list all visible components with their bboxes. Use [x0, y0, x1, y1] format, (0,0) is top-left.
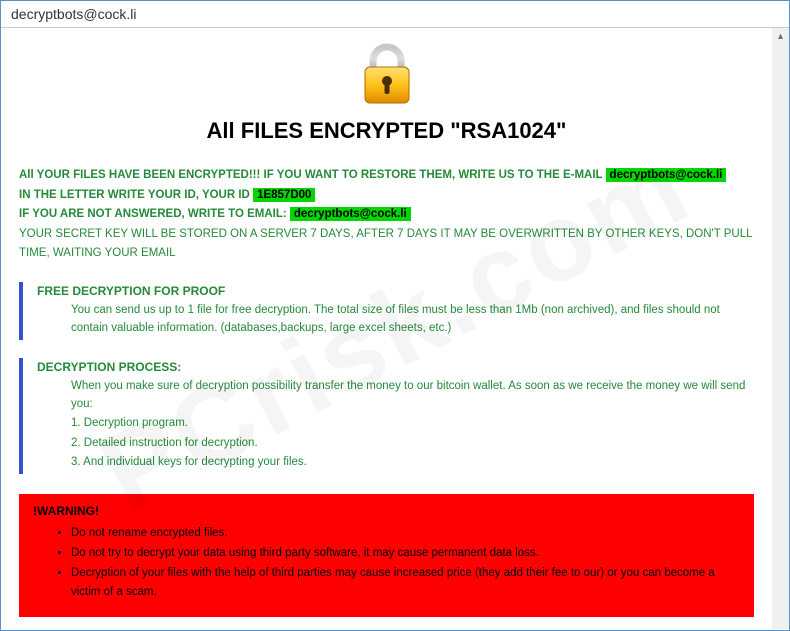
- process-line-3: 3. And individual keys for decrypting yo…: [71, 453, 754, 471]
- warning-title: !WARNING!: [33, 504, 740, 518]
- highlight-id: 1E857D00: [253, 188, 315, 202]
- decryption-process-body: When you make sure of decryption possibi…: [37, 377, 754, 472]
- intro-line-2: IN THE LETTER WRITE YOUR ID, YOUR ID 1E8…: [19, 186, 754, 206]
- section-decryption-process: DECRYPTION PROCESS: When you make sure o…: [19, 358, 754, 475]
- highlight-email-2: decryptbots@cock.li: [290, 207, 411, 221]
- page-title: All FILES ENCRYPTED "RSA1024": [19, 118, 754, 144]
- decryption-process-title: DECRYPTION PROCESS:: [37, 360, 754, 374]
- process-line-2: 2. Detailed instruction for decryption.: [71, 434, 754, 452]
- intro-line-3: IF YOU ARE NOT ANSWERED, WRITE TO EMAIL:…: [19, 205, 754, 225]
- process-line-1: 1. Decryption program.: [71, 414, 754, 432]
- content-wrapper: PCrisk.com: [1, 28, 789, 629]
- scrollbar-up-arrow-icon[interactable]: ▴: [772, 28, 789, 45]
- intro-line-1: All YOUR FILES HAVE BEEN ENCRYPTED!!! IF…: [19, 166, 754, 186]
- intro-l3-text: IF YOU ARE NOT ANSWERED, WRITE TO EMAIL:: [19, 208, 290, 220]
- process-line-0: When you make sure of decryption possibi…: [71, 377, 754, 414]
- free-decryption-title: FREE DECRYPTION FOR PROOF: [37, 284, 754, 298]
- intro-line-4: YOUR SECRET KEY WILL BE STORED ON A SERV…: [19, 225, 754, 264]
- warning-item-2: Do not try to decrypt your data using th…: [71, 544, 740, 564]
- window-titlebar: decryptbots@cock.li: [1, 1, 789, 28]
- lock-icon-wrap: [19, 43, 754, 110]
- section-free-decryption: FREE DECRYPTION FOR PROOF You can send u…: [19, 282, 754, 340]
- warning-item-1: Do not rename encrypted files.: [71, 524, 740, 544]
- free-decryption-body: You can send us up to 1 file for free de…: [37, 301, 754, 338]
- warning-list: Do not rename encrypted files. Do not tr…: [33, 524, 740, 602]
- lock-icon: [359, 43, 415, 105]
- highlight-email-1: decryptbots@cock.li: [606, 168, 727, 182]
- intro-l1-text: All YOUR FILES HAVE BEEN ENCRYPTED!!! IF…: [19, 169, 606, 181]
- scrollbar-vertical[interactable]: ▴: [772, 28, 789, 629]
- window-title: decryptbots@cock.li: [11, 6, 136, 22]
- intro-l2-text: IN THE LETTER WRITE YOUR ID, YOUR ID: [19, 189, 253, 201]
- page-content: All FILES ENCRYPTED "RSA1024" All YOUR F…: [1, 28, 772, 617]
- warning-box: !WARNING! Do not rename encrypted files.…: [19, 494, 754, 616]
- warning-item-3: Decryption of your files with the help o…: [71, 564, 740, 603]
